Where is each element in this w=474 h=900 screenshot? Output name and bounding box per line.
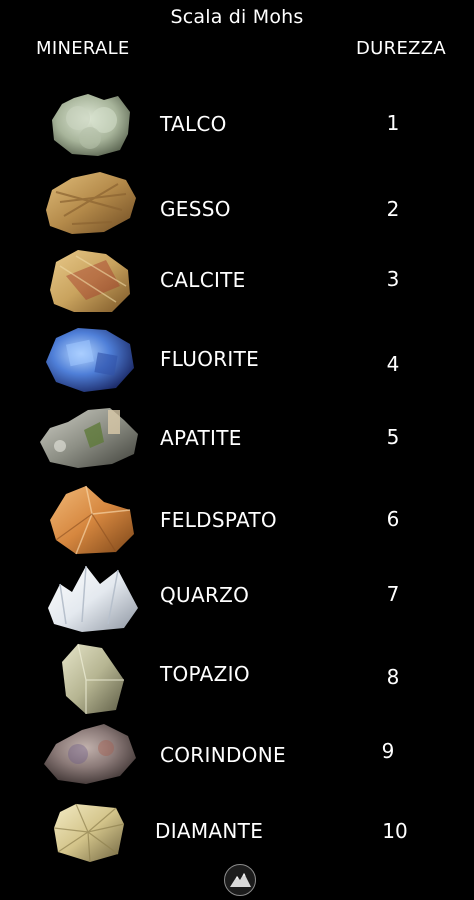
calcite-crystal-icon bbox=[46, 246, 134, 316]
apatite-crystal-icon bbox=[38, 402, 140, 472]
corundum-crystal-icon bbox=[42, 720, 138, 788]
gypsum-crystal-icon bbox=[42, 170, 138, 236]
feldspar-crystal-icon bbox=[46, 484, 136, 556]
mineral-name-corindone: CORINDONE bbox=[160, 743, 286, 767]
mineral-name-calcite: CALCITE bbox=[160, 268, 246, 292]
talc-crystal-icon bbox=[48, 90, 134, 158]
topaz-crystal-icon bbox=[56, 640, 128, 716]
hardness-value-5: 5 bbox=[386, 425, 400, 449]
fluorite-crystal-icon bbox=[44, 324, 136, 394]
diamond-crystal-icon bbox=[52, 802, 126, 864]
mineral-name-feldspato: FELDSPATO bbox=[160, 508, 277, 532]
mineral-name-gesso: GESSO bbox=[160, 197, 231, 221]
mountain-logo-icon bbox=[224, 864, 256, 896]
mineral-name-topazio: TOPAZIO bbox=[160, 662, 250, 686]
mineral-name-quarzo: QUARZO bbox=[160, 583, 250, 607]
mineral-name-diamante: DIAMANTE bbox=[155, 819, 264, 843]
mineral-name-apatite: APATITE bbox=[160, 426, 242, 450]
hardness-value-2: 2 bbox=[386, 197, 400, 221]
hardness-value-8: 8 bbox=[386, 665, 400, 689]
hardness-value-3: 3 bbox=[386, 267, 400, 291]
column-header-hardness: DUREZZA bbox=[356, 38, 446, 59]
hardness-value-7: 7 bbox=[386, 582, 400, 606]
page-title: Scala di Mohs bbox=[170, 6, 304, 28]
hardness-value-10: 10 bbox=[382, 819, 408, 843]
quartz-crystal-icon bbox=[42, 562, 140, 634]
hardness-value-9: 9 bbox=[381, 739, 395, 763]
column-header-mineral: MINERALE bbox=[36, 38, 130, 59]
hardness-value-4: 4 bbox=[386, 352, 400, 376]
mineral-name-talco: TALCO bbox=[160, 112, 227, 136]
hardness-value-1: 1 bbox=[386, 111, 400, 135]
hardness-value-6: 6 bbox=[386, 507, 400, 531]
mineral-name-fluorite: FLUORITE bbox=[160, 347, 260, 371]
